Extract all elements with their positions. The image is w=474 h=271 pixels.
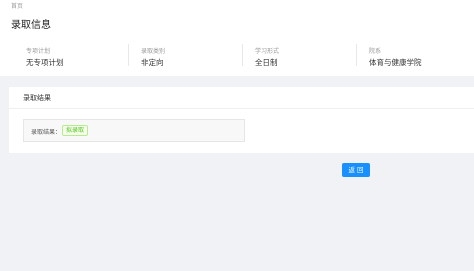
- info-value: 无专项计划: [26, 58, 64, 67]
- page-title: 录取信息: [11, 20, 51, 31]
- info-value: 全日制: [255, 58, 278, 67]
- divider: [242, 44, 243, 66]
- info-label: 院系: [369, 48, 382, 55]
- info-label: 录取类别: [141, 48, 166, 55]
- page-header: 首页 录取信息 专项计划 无专项计划 录取类别 非定向 学习形式 全日制 院系 …: [0, 0, 474, 76]
- result-card: 录取结果 录取结果： 拟录取: [9, 87, 474, 153]
- result-label: 录取结果：: [31, 129, 62, 136]
- result-box: 录取结果： 拟录取: [23, 119, 245, 142]
- info-value: 非定向: [141, 58, 164, 67]
- status-badge: 拟录取: [62, 125, 89, 136]
- back-button[interactable]: 返 回: [342, 163, 370, 177]
- divider: [128, 44, 129, 66]
- info-value: 体育与健康学院: [369, 58, 422, 67]
- divider: [356, 44, 357, 66]
- card-title: 录取结果: [23, 94, 51, 102]
- breadcrumb[interactable]: 首页: [11, 1, 23, 10]
- info-label: 学习形式: [255, 48, 280, 55]
- info-label: 专项计划: [26, 48, 51, 55]
- card-divider: [9, 108, 474, 109]
